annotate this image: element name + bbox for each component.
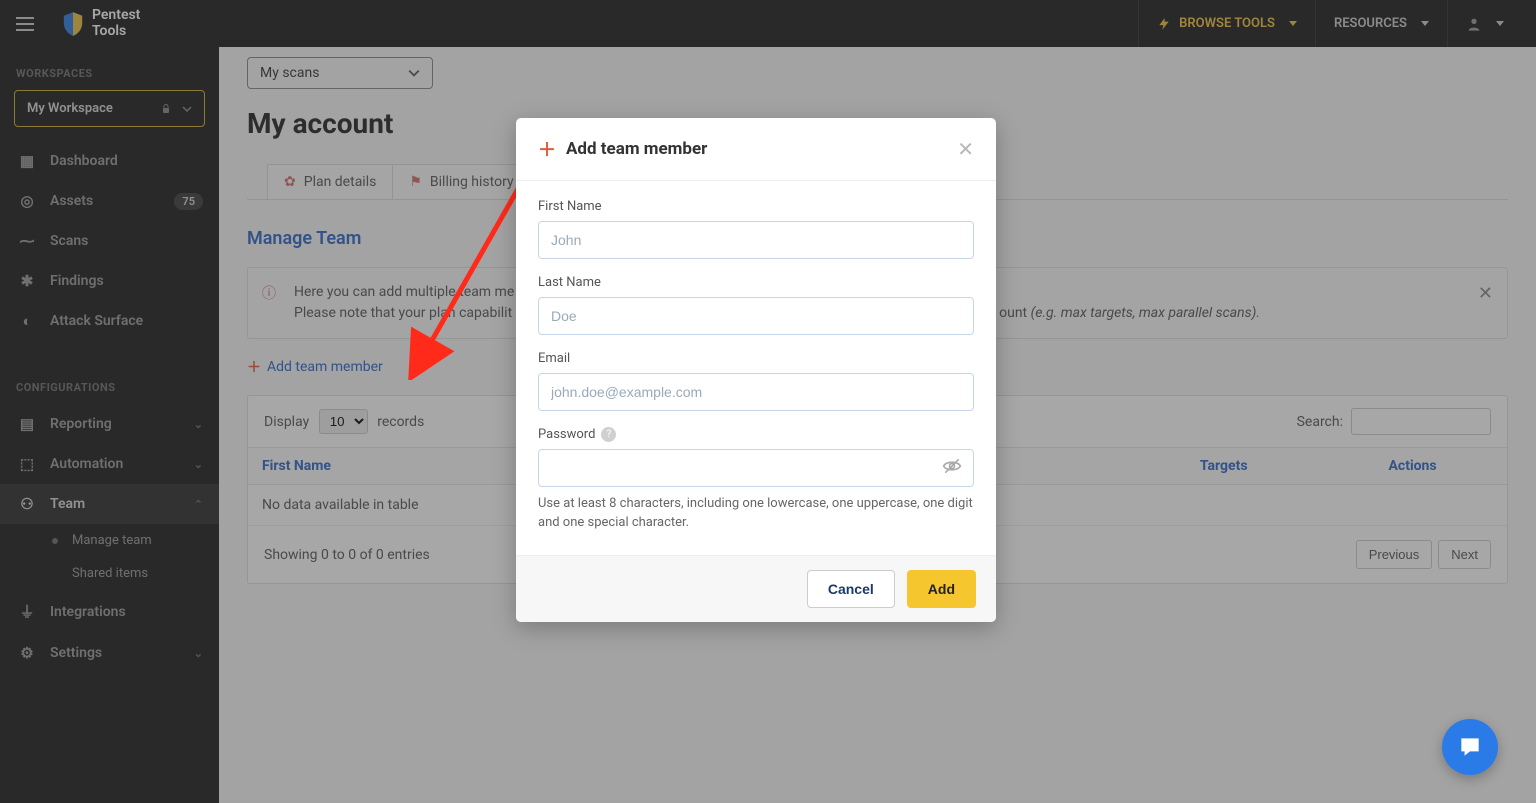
password-label: Password [538, 427, 595, 442]
cancel-button[interactable]: Cancel [807, 570, 895, 608]
last-name-label: Last Name [538, 275, 974, 290]
password-input[interactable] [538, 449, 974, 487]
email-label: Email [538, 351, 974, 366]
chat-icon [1457, 734, 1483, 760]
plus-icon: ＋ [538, 136, 556, 162]
modal-title: Add team member [566, 139, 707, 159]
add-team-member-modal: ＋ Add team member ✕ First Name Last Name… [516, 118, 996, 622]
close-icon[interactable]: ✕ [957, 137, 974, 161]
chat-fab[interactable] [1442, 719, 1498, 775]
last-name-input[interactable] [538, 297, 974, 335]
password-hint: Use at least 8 characters, including one… [538, 495, 974, 533]
email-input[interactable] [538, 373, 974, 411]
first-name-label: First Name [538, 199, 974, 214]
add-button[interactable]: Add [907, 570, 976, 608]
eye-off-icon[interactable] [942, 456, 962, 480]
first-name-input[interactable] [538, 221, 974, 259]
help-icon[interactable]: ? [601, 427, 616, 442]
